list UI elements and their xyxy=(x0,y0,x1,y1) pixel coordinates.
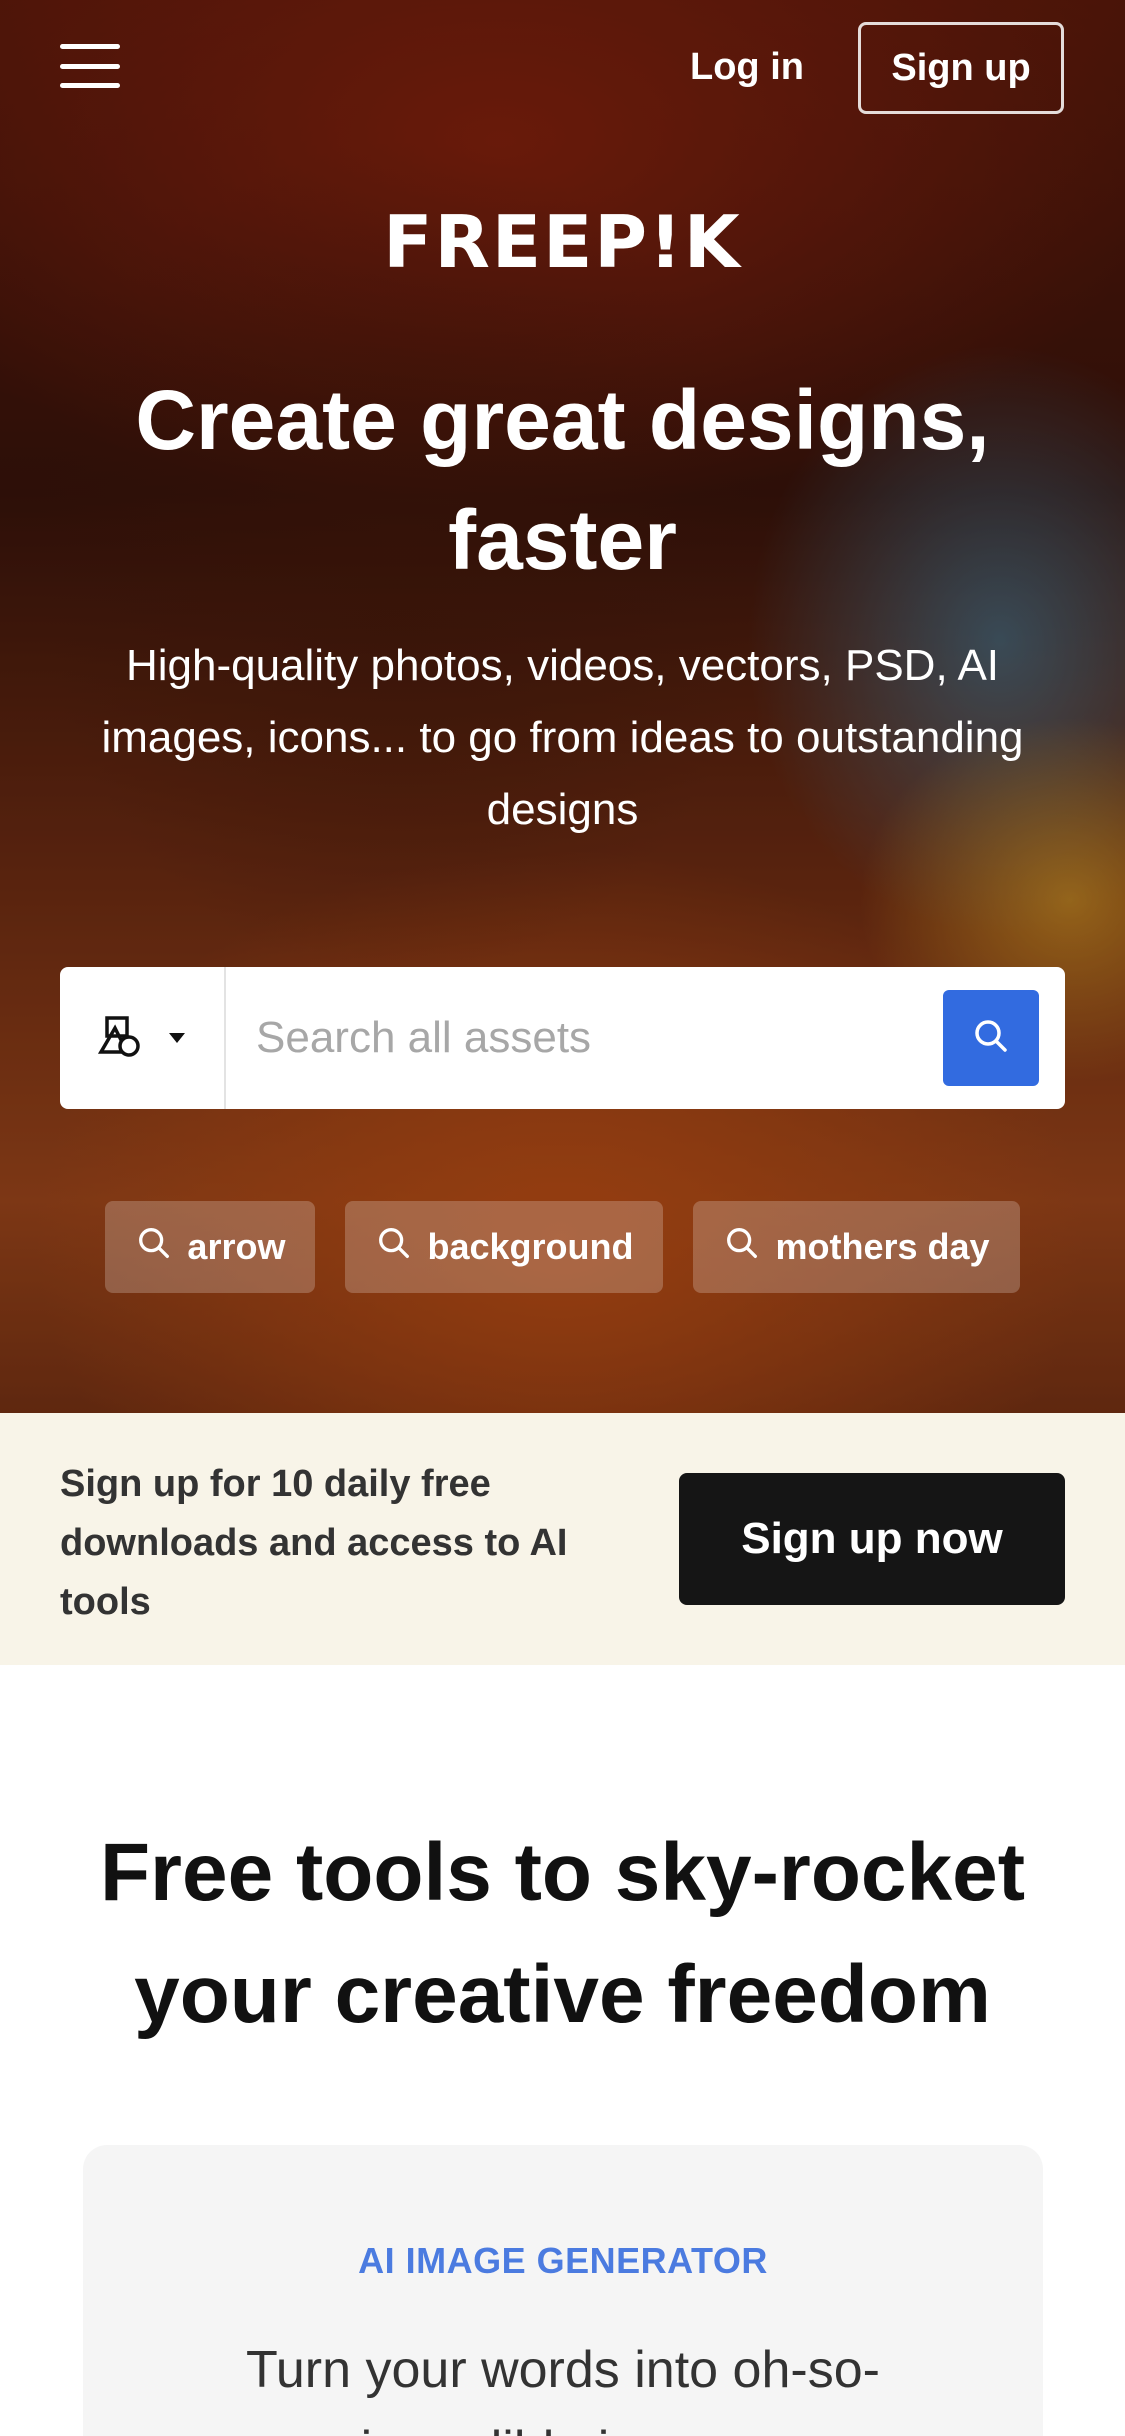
search-icon xyxy=(135,1224,173,1271)
freepik-logo[interactable]: FREEP!K xyxy=(0,200,1125,284)
search-icon xyxy=(971,1016,1011,1060)
tool-card-tag: AI IMAGE GENERATOR xyxy=(358,2240,768,2281)
suggestion-label: mothers day xyxy=(775,1226,990,1267)
hero-title: Create great designs, faster xyxy=(135,373,990,587)
search-bar xyxy=(60,967,1065,1109)
asset-type-dropdown[interactable] xyxy=(60,967,226,1109)
search-icon xyxy=(723,1224,761,1271)
chevron-down-icon xyxy=(167,1029,187,1048)
suggestion-chip-arrow[interactable]: arrow xyxy=(105,1201,316,1293)
signup-button[interactable]: Sign up xyxy=(858,22,1064,114)
suggestion-label: arrow xyxy=(187,1226,286,1267)
hero-section: Log in Sign up FREEP!K Create great desi… xyxy=(0,0,1125,1413)
suggestion-label: background xyxy=(427,1226,634,1267)
signup-banner-text: Sign up for 10 daily free downloads and … xyxy=(60,1463,568,1623)
login-link[interactable]: Log in xyxy=(690,42,804,92)
signup-now-button[interactable]: Sign up now xyxy=(679,1473,1065,1605)
hero-subtitle: High-quality photos, videos, vectors, PS… xyxy=(101,641,1024,834)
search-suggestions: arrow background mothers day xyxy=(0,1201,1125,1293)
ai-image-generator-card[interactable]: AI IMAGE GENERATOR Turn your words into … xyxy=(83,2145,1043,2436)
tools-section-title: Free tools to sky-rocket your creative f… xyxy=(99,1827,1026,2040)
search-input[interactable] xyxy=(226,967,943,1109)
suggestion-chip-background[interactable]: background xyxy=(345,1201,664,1293)
search-icon xyxy=(375,1224,413,1271)
suggestion-chip-mothers-day[interactable]: mothers day xyxy=(693,1201,1020,1293)
tool-card-description: Turn your words into oh-so-incredible im… xyxy=(246,2341,880,2436)
shapes-icon xyxy=(97,1014,145,1062)
search-button[interactable] xyxy=(943,990,1039,1086)
hamburger-menu-icon[interactable] xyxy=(60,44,120,88)
signup-banner: Sign up for 10 daily free downloads and … xyxy=(0,1413,1125,1665)
